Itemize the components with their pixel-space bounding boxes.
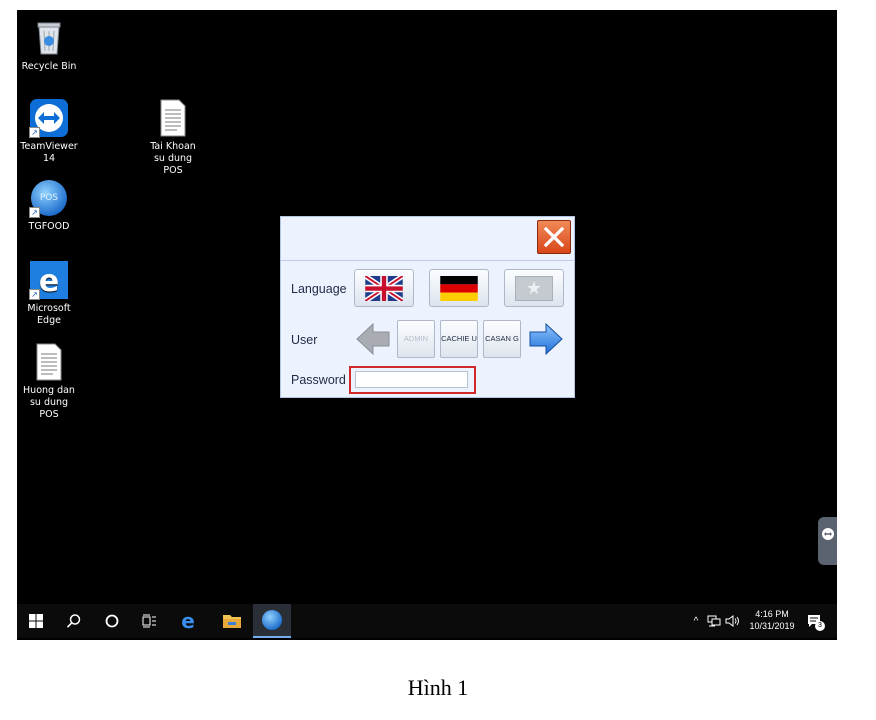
figure-caption: Hình 1 xyxy=(407,675,469,700)
german-flag-icon xyxy=(440,276,478,301)
user-label: User xyxy=(291,333,318,347)
desktop: Recycle Bin ↗ TeamViewer 14 POS ↗ TGFOOD xyxy=(17,10,837,640)
search-button[interactable] xyxy=(55,604,93,638)
arrow-left-icon xyxy=(356,322,390,356)
text-document-icon xyxy=(153,98,193,138)
desktop-icon-tai-khoan[interactable]: Tai Khoan su dung POS xyxy=(141,98,205,177)
shortcut-arrow-icon: ↗ xyxy=(29,207,40,218)
desktop-icon-label: Recycle Bin xyxy=(21,61,77,72)
taskbar: e ^ 4:16 PM 10/31/2019 3 xyxy=(17,604,837,638)
user-cachieu-button[interactable]: CACHIE U xyxy=(440,320,478,358)
password-highlight xyxy=(349,366,476,394)
password-input[interactable] xyxy=(355,371,468,388)
svg-text:e: e xyxy=(181,611,195,631)
user-prev-button[interactable] xyxy=(354,320,392,358)
clock-time: 4:16 PM xyxy=(755,609,789,619)
svg-text:e: e xyxy=(39,264,59,299)
language-english-button[interactable] xyxy=(354,269,414,307)
uk-flag-icon xyxy=(365,276,403,301)
user-next-button[interactable] xyxy=(527,320,565,358)
taskbar-tgfood-button[interactable] xyxy=(253,604,291,638)
start-button[interactable] xyxy=(17,604,55,638)
folder-icon xyxy=(223,615,241,628)
clock-date: 10/31/2019 xyxy=(749,621,795,631)
task-view-button[interactable] xyxy=(131,604,169,638)
file-explorer-button[interactable] xyxy=(213,604,251,638)
search-icon xyxy=(66,614,81,628)
task-view-icon xyxy=(142,614,156,628)
star-icon: ★ xyxy=(515,276,553,301)
edge-icon: e ↗ xyxy=(29,260,69,300)
clock[interactable]: 4:16 PM 10/31/2019 xyxy=(743,608,801,632)
desktop-icon-teamviewer[interactable]: ↗ TeamViewer 14 xyxy=(17,98,81,165)
teamviewer-icon xyxy=(822,528,834,540)
desktop-icon-label: Microsoft Edge xyxy=(27,303,71,326)
edge-icon: e xyxy=(181,611,195,631)
dialog-header xyxy=(281,217,574,261)
taskbar-edge-button[interactable]: e xyxy=(169,604,207,638)
shortcut-arrow-icon: ↗ xyxy=(29,289,40,300)
speaker-icon xyxy=(725,615,739,627)
network-button[interactable] xyxy=(705,604,723,638)
password-label: Password xyxy=(291,373,346,387)
close-button[interactable] xyxy=(537,220,571,254)
desktop-icon-edge[interactable]: e ↗ Microsoft Edge xyxy=(17,260,81,327)
close-icon xyxy=(544,227,564,247)
chevron-up-icon: ^ xyxy=(693,615,699,627)
desktop-icon-label: Huong dan su dung POS xyxy=(23,385,75,420)
show-hidden-icons-button[interactable]: ^ xyxy=(689,604,703,638)
desktop-icon-tgfood[interactable]: POS ↗ TGFOOD xyxy=(17,178,81,233)
user-casang-button[interactable]: CASAN G xyxy=(483,320,521,358)
teamviewer-icon: ↗ xyxy=(29,98,69,138)
login-dialog: Language ★ User ADMIN CACHIE U CASAN G P… xyxy=(280,216,575,398)
arrow-right-icon xyxy=(529,322,563,356)
cortana-button[interactable] xyxy=(93,604,131,638)
tgfood-pos-icon xyxy=(262,610,282,630)
desktop-icon-label: TeamViewer 14 xyxy=(20,141,78,164)
desktop-icon-label: Tai Khoan su dung POS xyxy=(150,141,196,176)
recycle-bin-icon xyxy=(29,18,69,58)
volume-button[interactable] xyxy=(724,604,742,638)
teamviewer-side-tab[interactable] xyxy=(818,517,837,565)
cortana-circle-icon xyxy=(105,614,119,628)
text-document-icon xyxy=(29,342,69,382)
tgfood-pos-icon: POS ↗ xyxy=(29,178,69,218)
language-placeholder-button[interactable]: ★ xyxy=(504,269,564,307)
windows-logo-icon xyxy=(29,614,43,628)
desktop-icon-huong-dan[interactable]: Huong dan su dung POS xyxy=(17,342,81,421)
user-admin-button[interactable]: ADMIN xyxy=(397,320,435,358)
network-icon xyxy=(707,615,721,627)
desktop-icon-label: TGFOOD xyxy=(28,221,70,232)
action-center-button[interactable]: 3 xyxy=(803,604,827,638)
desktop-icon-recycle-bin[interactable]: Recycle Bin xyxy=(17,18,81,73)
language-german-button[interactable] xyxy=(429,269,489,307)
language-label: Language xyxy=(291,282,347,296)
tgfood-logo-text: POS xyxy=(39,193,59,203)
notification-count-badge: 3 xyxy=(815,621,825,631)
shortcut-arrow-icon: ↗ xyxy=(29,127,40,138)
